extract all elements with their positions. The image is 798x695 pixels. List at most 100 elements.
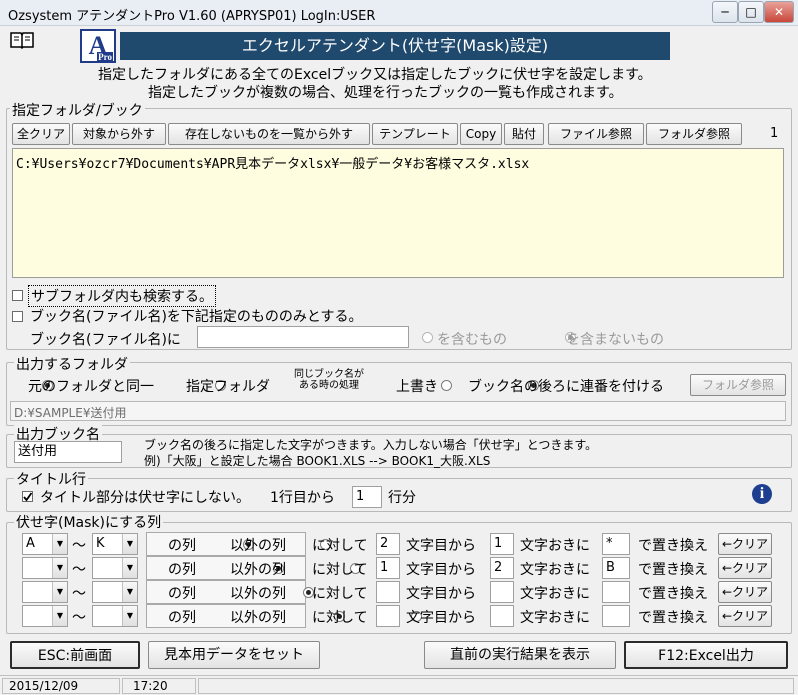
start-char-input[interactable] <box>376 605 400 627</box>
mask-char-input[interactable] <box>602 605 630 627</box>
maximize-button[interactable]: □ <box>738 1 764 23</box>
interval-input[interactable] <box>490 605 514 627</box>
folder-browse-button[interactable]: フォルダ参照 <box>646 123 742 145</box>
row-clear-button[interactable]: ←クリア <box>718 581 772 603</box>
other-col-label: 以外の列 <box>230 538 286 554</box>
set-sample-data-button[interactable]: 見本用データをセット <box>148 641 320 669</box>
close-button[interactable]: ✕ <box>764 1 794 23</box>
interval-input[interactable]: 1 <box>490 533 514 555</box>
tilde-label: ～ <box>72 610 86 626</box>
status-date: 2015/12/09 <box>2 678 120 694</box>
other-col-label: 以外の列 <box>230 562 286 578</box>
book-filter-label[interactable]: ブック名(ファイル名)を下記指定のもののみとする。 <box>30 306 363 326</box>
chevron-down-icon: ▼ <box>52 582 67 602</box>
from-char-label: 文字目から <box>406 586 476 602</box>
overwrite-radio[interactable] <box>440 380 452 391</box>
template-button[interactable]: テンプレート <box>372 123 458 145</box>
replace-label: で置き換え <box>638 586 708 602</box>
book-name-label: ブック名(ファイル名)に <box>30 332 181 348</box>
replace-label: で置き換え <box>638 610 708 626</box>
chevron-down-icon: ▼ <box>52 606 67 626</box>
book-icon[interactable] <box>10 31 34 49</box>
mask-from-col-select[interactable]: ▼ <box>22 605 68 627</box>
show-prev-result-button[interactable]: 直前の実行結果を表示 <box>424 641 616 669</box>
row-clear-button[interactable]: ←クリア <box>718 557 772 579</box>
replace-label: で置き換え <box>638 538 708 554</box>
copy-button[interactable]: Copy <box>460 123 502 145</box>
from-char-label: 文字目から <box>406 610 476 626</box>
description-line-2: 指定したブックが複数の場合、処理を行ったブックの一覧も作成されます。 <box>148 85 623 101</box>
this-col-label: の列 <box>168 538 196 554</box>
remove-missing-button[interactable]: 存在しないものを一覧から外す <box>168 123 370 145</box>
every-label: 文字おきに <box>520 610 590 626</box>
every-label: 文字おきに <box>520 586 590 602</box>
title-rows-unit: 行分 <box>388 490 416 506</box>
status-time: 17:20 <box>122 678 196 694</box>
paste-button[interactable]: 貼付 <box>504 123 544 145</box>
interval-input[interactable] <box>490 581 514 603</box>
from-char-label: 文字目から <box>406 562 476 578</box>
mask-to-col-select[interactable]: ▼ <box>92 557 138 579</box>
mask-group-label: 伏せ字(Mask)にする列 <box>14 512 164 532</box>
title-rows-input[interactable]: 1 <box>352 486 382 508</box>
subfolder-label[interactable]: サブフォルダ内も検索する。 <box>28 285 216 307</box>
mask-char-input[interactable]: * <box>602 533 630 555</box>
not-contains-label: を含まないもの <box>566 332 664 348</box>
clear-all-button[interactable]: 全クリア <box>12 123 70 145</box>
start-char-input[interactable] <box>376 581 400 603</box>
output-folder-path[interactable]: D:¥SAMPLE¥送付用 <box>10 401 786 421</box>
remove-target-button[interactable]: 対象から外す <box>72 123 166 145</box>
same-folder-label: 元のフォルダと同一 <box>28 379 154 395</box>
output-book-input[interactable]: 送付用 <box>14 441 122 463</box>
row-clear-button[interactable]: ←クリア <box>718 533 772 555</box>
start-char-input[interactable]: 1 <box>376 557 400 579</box>
folder-group-label: 指定フォルダ/ブック <box>10 100 145 120</box>
window-title: Ozsystem アテンダントPro V1.60 (APRYSP01) LogI… <box>8 9 376 24</box>
app-logo: A Pro <box>80 29 116 63</box>
status-empty-cell <box>198 678 794 694</box>
esc-back-button[interactable]: ESC:前画面 <box>10 641 140 669</box>
start-char-input[interactable]: 2 <box>376 533 400 555</box>
target-list-area[interactable]: C:¥Users¥ozcr7¥Documents¥APR見本データxlsx¥一般… <box>12 148 784 278</box>
replace-label: で置き換え <box>638 562 708 578</box>
description-line-1: 指定したフォルダにある全てのExcelブック又は指定したブックに伏せ字を設定しま… <box>98 67 652 83</box>
output-book-note-1: ブック名の後ろに指定した文字がつきます。入力しない場合「伏せ字」とつきます。 <box>144 438 598 452</box>
page-title: エクセルアテンダント(伏せ字(Mask)設定) <box>120 32 670 60</box>
specified-folder-label: 指定フォルダ <box>186 379 270 395</box>
title-row-from-label: 1行目から <box>270 490 335 506</box>
mask-to-col-select[interactable]: ▼ <box>92 605 138 627</box>
interval-input[interactable]: 2 <box>490 557 514 579</box>
contains-radio[interactable] <box>422 332 433 343</box>
minimize-button[interactable]: ─ <box>712 1 738 23</box>
book-name-input[interactable] <box>197 326 409 348</box>
subfolder-checkbox[interactable] <box>12 290 23 301</box>
f12-excel-output-button[interactable]: F12:Excel出力 <box>624 641 788 669</box>
mask-to-col-select[interactable]: K ▼ <box>92 533 138 555</box>
same-name-label: 同じブック名が ある時の処理 <box>294 369 364 391</box>
chevron-down-icon: ▼ <box>122 558 137 578</box>
file-browse-button[interactable]: ファイル参照 <box>548 123 644 145</box>
info-icon[interactable]: i <box>752 484 772 504</box>
status-bar: 2015/12/09 17:20 <box>0 675 798 695</box>
title-row-checkbox-label[interactable]: タイトル部分は伏せ字にしない。 <box>40 487 250 507</box>
against-label: に対して <box>312 538 368 554</box>
book-filter-checkbox[interactable] <box>12 311 23 322</box>
window-titlebar: Ozsystem アテンダントPro V1.60 (APRYSP01) LogI… <box>0 0 798 26</box>
target-path-item[interactable]: C:¥Users¥ozcr7¥Documents¥APR見本データxlsx¥一般… <box>16 157 529 172</box>
output-folder-browse-button[interactable]: フォルダ参照 <box>690 374 786 396</box>
overwrite-label: 上書き <box>396 379 438 395</box>
this-col-label: の列 <box>168 586 196 602</box>
mask-char-input[interactable] <box>602 581 630 603</box>
mask-from-col-select[interactable]: ▼ <box>22 557 68 579</box>
mask-char-input[interactable]: B <box>602 557 630 579</box>
mask-from-col-select[interactable]: ▼ <box>22 581 68 603</box>
tilde-label: ～ <box>72 586 86 602</box>
title-row-checkbox[interactable] <box>22 491 33 502</box>
row-clear-button[interactable]: ←クリア <box>718 605 772 627</box>
this-col-label: の列 <box>168 562 196 578</box>
mask-from-col-select[interactable]: A ▼ <box>22 533 68 555</box>
against-label: に対して <box>312 562 368 578</box>
chevron-down-icon: ▼ <box>52 558 67 578</box>
mask-to-col-select[interactable]: ▼ <box>92 581 138 603</box>
output-folder-label: 出力するフォルダ <box>14 354 130 374</box>
